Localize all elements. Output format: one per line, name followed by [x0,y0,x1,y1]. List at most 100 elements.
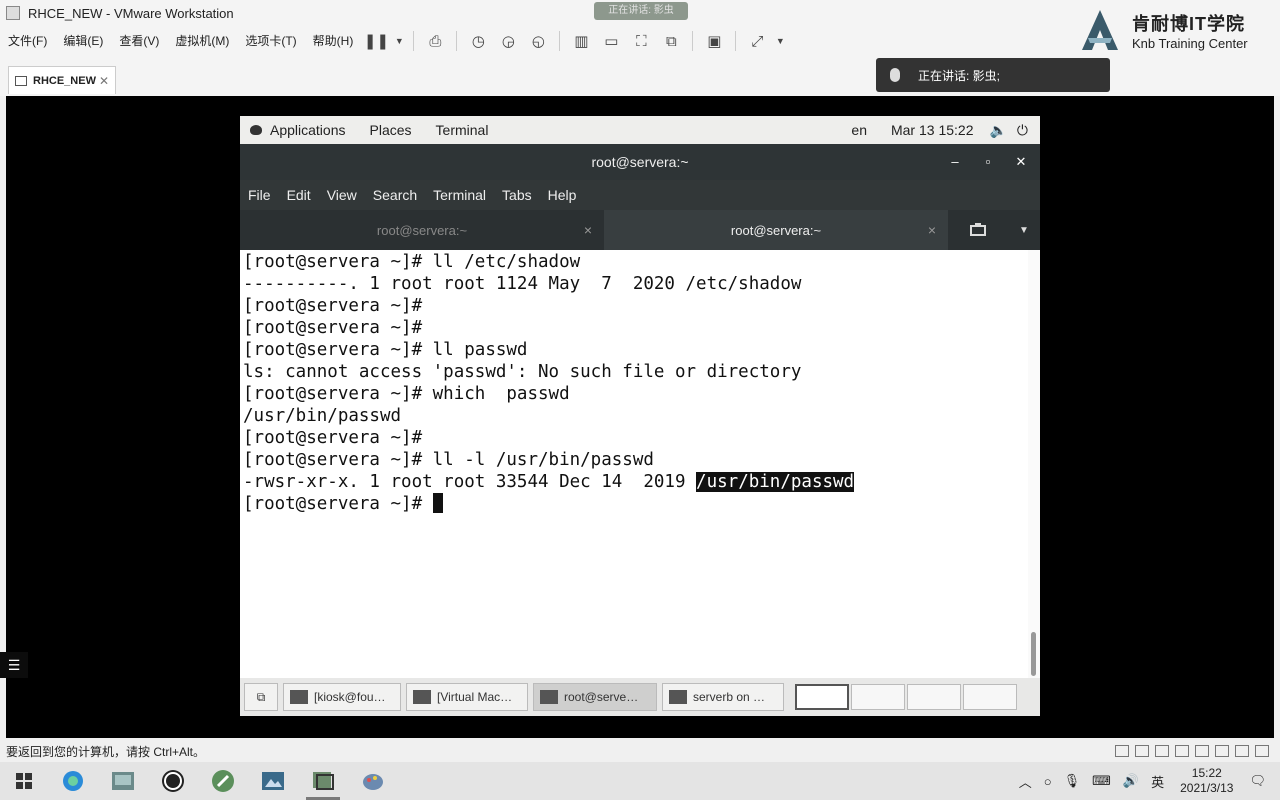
gnome-terminal-menu[interactable]: Terminal [424,122,501,138]
menu-vm[interactable]: 虚拟机(M) [167,26,237,56]
clock-time: 15:22 [1191,766,1222,780]
close-icon[interactable]: × [584,222,592,238]
fullscreen-icon[interactable]: ⛶ [628,28,654,54]
gnome-applications-menu[interactable]: Applications [262,122,358,138]
terminal-menu-tabs[interactable]: Tabs [494,187,540,203]
window-list-item[interactable]: root@serve… [533,683,657,711]
cd-icon[interactable] [1135,745,1149,757]
terminal-line: [root@servera ~]# ll -l /usr/bin/passwd [243,450,654,470]
microphone-icon [890,68,900,82]
unity-icon[interactable]: ⧉ [658,28,684,54]
minimize-button[interactable]: – [940,144,970,180]
terminal-icon [540,690,558,704]
pause-icon[interactable]: ❚❚ [363,28,389,54]
revert-snapshot-icon[interactable]: ◶ [495,28,521,54]
volume-icon[interactable]: 🔈 [985,122,1010,139]
menu-handle-icon[interactable]: ☰ [0,652,28,678]
network-icon[interactable] [1155,745,1169,757]
network-icon[interactable]: ⌨ [1092,773,1111,789]
pen-tool-icon[interactable] [198,762,248,800]
chevron-up-icon[interactable]: ︿ [1019,772,1032,791]
windows-taskbar: ︿ ○ 🎙 ⌨ 🔊 英 15:22 2021/3/13 🗨 [0,762,1280,800]
microphone-icon[interactable]: 🎙 [1064,773,1081,789]
workspace-3[interactable] [907,684,961,710]
terminal-menu-file[interactable]: File [240,187,279,203]
terminal-tab-1[interactable]: root@servera:~ × [240,210,604,250]
console-icon[interactable]: ▣ [701,28,727,54]
keyboard-language[interactable]: en [839,122,879,138]
usb-icon[interactable] [1175,745,1189,757]
menu-file[interactable]: 文件(F) [0,26,55,56]
new-tab-button[interactable] [948,210,1008,250]
terminal-menu-help[interactable]: Help [540,187,585,203]
terminal-icon [290,690,308,704]
window-list-label: root@serve… [564,690,639,704]
system-clock[interactable]: 15:22 2021/3/13 [1170,766,1243,796]
window-list-item[interactable]: [Virtual Mac… [406,683,528,711]
terminal-tab-label: root@servera:~ [730,222,822,238]
windows-start-button[interactable] [0,762,48,800]
workspace-2[interactable] [851,684,905,710]
gnome-clock[interactable]: Mar 13 15:22 [879,122,986,138]
vm-library-icon[interactable] [98,762,148,800]
windows-logo-icon [16,773,32,789]
snapshot-manager-icon[interactable]: ◵ [525,28,551,54]
stretch-icon[interactable]: ⤢ [744,28,770,54]
terminal-menu-search[interactable]: Search [365,187,425,203]
maximize-button[interactable]: ▫ [973,144,1003,180]
thumbnail-view-icon[interactable]: ▭ [598,28,624,54]
library-view-icon[interactable]: ▥ [568,28,594,54]
volume-icon[interactable]: 🔊 [1123,773,1139,789]
show-desktop-button[interactable]: ⧉ [244,683,278,711]
printer-icon[interactable] [1195,745,1209,757]
system-tray: ︿ ○ 🎙 ⌨ 🔊 英 15:22 2021/3/13 🗨 [1013,766,1280,796]
close-icon[interactable]: ✕ [99,74,109,88]
terminal-tabbar: root@servera:~ × root@servera:~ × ▼ [240,210,1040,250]
hdd-icon[interactable] [1115,745,1129,757]
ime-indicator[interactable]: 英 [1151,772,1164,791]
terminal-output[interactable]: [root@servera ~]# ll /etc/shadow -------… [240,250,1028,678]
window-list-item[interactable]: serverb on … [662,683,784,711]
vm-tab-rhce-new[interactable]: RHCE_NEW ✕ [8,66,116,94]
edge-browser-icon[interactable] [48,762,98,800]
terminal-menu-terminal[interactable]: Terminal [425,187,494,203]
speaking-text: 正在讲话: 影虫; [918,68,1001,83]
workspace-1[interactable] [795,684,849,710]
window-list-item[interactable]: [kiosk@fou… [283,683,401,711]
chevron-down-icon[interactable]: ▼ [774,28,786,54]
send-ctrl-alt-del-icon[interactable]: ⎙ [422,28,448,54]
menu-help[interactable]: 帮助(H) [305,26,362,56]
obs-icon[interactable] [148,762,198,800]
new-tab-icon [970,223,986,236]
terminal-line: ls: cannot access 'passwd': No such file… [243,362,802,382]
display-icon[interactable] [1235,745,1249,757]
close-icon[interactable]: × [928,222,936,238]
toolbar-separator [692,31,694,51]
menu-tabs[interactable]: 选项卡(T) [237,26,304,56]
terminal-line: [root@servera ~]# [243,318,423,338]
paint-icon[interactable] [348,762,398,800]
workspace-4[interactable] [963,684,1017,710]
snapshot-icon[interactable]: ◷ [465,28,491,54]
photos-icon[interactable] [248,762,298,800]
chevron-down-icon[interactable]: ▼ [1008,210,1040,250]
terminal-scrollbar[interactable] [1028,250,1040,678]
terminal-line: [root@servera ~]# ll /etc/shadow [243,252,581,272]
terminal-menu-edit[interactable]: Edit [279,187,319,203]
scrollbar-thumb[interactable] [1031,632,1036,676]
chevron-down-icon[interactable]: ▼ [393,28,405,54]
gnome-window-list: ⧉ [kiosk@fou… [Virtual Mac… root@serve… … [240,678,1040,716]
menu-edit[interactable]: 编辑(E) [55,26,111,56]
terminal-line: -rwsr-xr-x. 1 root root 33544 Dec 14 201… [243,471,1025,493]
terminal-menu-view[interactable]: View [319,187,365,203]
terminal-tab-2[interactable]: root@servera:~ × [604,210,948,250]
menu-view[interactable]: 查看(V) [111,26,167,56]
gnome-places-menu[interactable]: Places [358,122,424,138]
close-button[interactable]: ✕ [1006,144,1036,180]
sound-icon[interactable] [1215,745,1229,757]
power-icon[interactable]: ⏻ [1011,122,1040,139]
vmware-taskbar-icon[interactable] [298,762,348,800]
message-icon[interactable] [1255,745,1269,757]
cortana-icon[interactable]: ○ [1044,774,1052,789]
notifications-icon[interactable]: 🗨 [1249,773,1266,789]
